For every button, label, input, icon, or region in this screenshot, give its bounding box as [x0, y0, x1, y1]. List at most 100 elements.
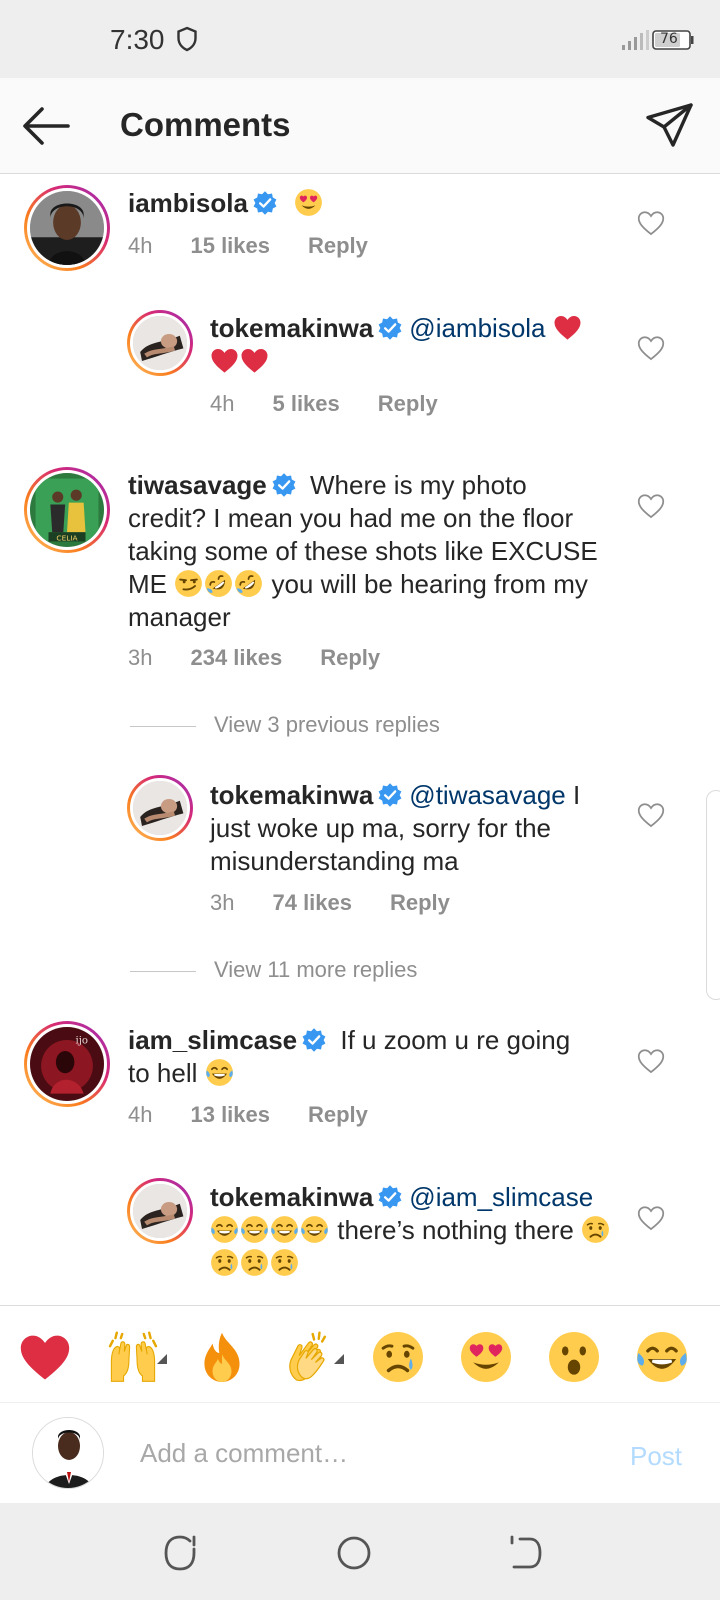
comment-time: 3h: [128, 645, 153, 670]
crying-emoji-icon: [581, 1215, 610, 1244]
comment-username[interactable]: tiwasavage: [128, 470, 267, 500]
crying-emoji-icon: [270, 1248, 299, 1277]
comment-likes[interactable]: 15 likes: [190, 233, 270, 259]
avatar[interactable]: ijo: [24, 1021, 110, 1107]
like-heart-icon[interactable]: [637, 1048, 665, 1074]
like-heart-icon[interactable]: [637, 335, 665, 361]
shield-icon: [177, 26, 197, 52]
avatar[interactable]: CELIA: [24, 467, 110, 553]
like-heart-icon[interactable]: [637, 210, 665, 236]
reply-button[interactable]: Reply: [308, 1102, 368, 1128]
avatar[interactable]: [127, 1178, 193, 1244]
clapping-hands-emoji-button[interactable]: [283, 1330, 337, 1384]
comments-list[interactable]: iambisola 4h 15 likes Reply tokemakinwa @ia…: [0, 175, 720, 1305]
comment-meta: 4h 15 likes Reply: [128, 233, 406, 263]
comment-username[interactable]: tokemakinwa: [210, 313, 373, 343]
astonished-face-emoji-button[interactable]: [547, 1330, 601, 1384]
heart-eyes-emoji-icon: [294, 188, 323, 217]
avatar[interactable]: [127, 775, 193, 841]
comment-mention[interactable]: @tiwasavage: [409, 780, 565, 810]
page-title: Comments: [120, 106, 291, 143]
crying-face-icon: [371, 1330, 425, 1384]
avatar[interactable]: [24, 185, 110, 271]
profile-photo: [30, 191, 104, 265]
comment-text: iambisola: [128, 187, 608, 220]
svg-text:ijo: ijo: [76, 1036, 89, 1047]
comment-username[interactable]: tokemakinwa: [210, 1182, 373, 1212]
comment-mention[interactable]: @iam_slimcase: [409, 1182, 593, 1212]
crying-emoji-icon: [240, 1248, 269, 1277]
comment-username[interactable]: tokemakinwa: [210, 780, 373, 810]
view-replies-label[interactable]: View 11 more replies: [214, 957, 417, 983]
emoji-reaction-bar: [0, 1305, 720, 1403]
my-avatar[interactable]: [32, 1417, 104, 1489]
reply-button[interactable]: Reply: [320, 645, 380, 671]
reply-button[interactable]: Reply: [308, 233, 368, 259]
crying-face-emoji-button[interactable]: [371, 1330, 425, 1384]
profile-photo: [133, 1184, 187, 1238]
red-heart-emoji-icon: [210, 346, 239, 375]
like-heart-icon[interactable]: [637, 1205, 665, 1231]
tears-of-joy-emoji-icon: [205, 1058, 234, 1087]
comment-composer: Post: [0, 1403, 720, 1503]
comment-mention[interactable]: @iambisola: [409, 313, 545, 343]
comment-likes[interactable]: 5 likes: [272, 391, 339, 417]
verified-badge-icon: [377, 1184, 403, 1210]
comment-username[interactable]: iambisola: [128, 188, 248, 218]
system-nav-bar: [0, 1503, 720, 1600]
comment-meta: 4h 13 likes Reply: [128, 1102, 406, 1132]
like-heart-icon[interactable]: [637, 802, 665, 828]
comment-text: iam_slimcase If u zoom u re going to hel…: [128, 1024, 598, 1090]
view-replies-label[interactable]: View 3 previous replies: [214, 712, 440, 738]
red-heart-emoji-button[interactable]: [18, 1330, 72, 1384]
tears-of-joy-emoji-icon: [270, 1215, 299, 1244]
tears-of-joy-emoji-icon: [240, 1215, 269, 1244]
comment-likes[interactable]: 234 likes: [190, 645, 282, 671]
crying-emoji-icon: [210, 1248, 239, 1277]
tears-of-joy-emoji-button[interactable]: [635, 1330, 689, 1384]
comment-time: 4h: [210, 391, 235, 416]
fire-emoji-button[interactable]: [195, 1330, 249, 1384]
divider-line: [130, 971, 196, 972]
skin-tone-indicator-icon: [334, 1354, 344, 1364]
heart-eyes-icon: [459, 1330, 513, 1384]
comment-body: there’s nothing there: [337, 1215, 574, 1245]
comment-input[interactable]: [140, 1431, 600, 1475]
heart-eyes-emoji-button[interactable]: [459, 1330, 513, 1384]
status-time: 7:30: [110, 24, 165, 55]
battery-level: 76: [660, 31, 678, 47]
home-icon[interactable]: [334, 1533, 374, 1573]
comment-username[interactable]: iam_slimcase: [128, 1025, 297, 1055]
comment-likes[interactable]: 74 likes: [272, 890, 352, 916]
view-more-replies[interactable]: View 11 more replies: [130, 957, 490, 987]
send-icon[interactable]: [644, 100, 696, 152]
comment-text: tokemakinwa @iam_slimcase there’s nothing…: [210, 1181, 630, 1280]
post-button[interactable]: Post: [630, 1441, 682, 1472]
verified-badge-icon: [377, 315, 403, 341]
divider-line: [130, 726, 196, 727]
header-bar: Comments: [0, 78, 720, 174]
astonished-face-icon: [547, 1330, 601, 1384]
back-nav-icon[interactable]: [506, 1533, 546, 1573]
view-previous-replies[interactable]: View 3 previous replies: [130, 712, 490, 742]
comment-text: tokemakinwa @iambisola: [210, 312, 610, 378]
tears-of-joy-icon: [635, 1330, 689, 1384]
clapping-hands-icon: [283, 1330, 337, 1384]
recent-apps-icon[interactable]: [160, 1533, 200, 1573]
comment-time: 4h: [128, 233, 153, 258]
raising-hands-emoji-button[interactable]: [106, 1330, 160, 1384]
like-heart-icon[interactable]: [637, 493, 665, 519]
verified-badge-icon: [377, 782, 403, 808]
reply-button[interactable]: Reply: [390, 890, 450, 916]
scroll-indicator[interactable]: [706, 790, 720, 1000]
fire-icon: [195, 1330, 249, 1384]
reply-button[interactable]: Reply: [378, 391, 438, 417]
profile-photo: [33, 1418, 103, 1488]
verified-badge-icon: [301, 1027, 327, 1053]
comment-text: tokemakinwa @tiwasavage I just woke up ma…: [210, 779, 610, 878]
back-arrow-icon[interactable]: [20, 104, 72, 148]
tears-of-joy-emoji-icon: [210, 1215, 239, 1244]
profile-photo: CELIA: [30, 473, 104, 547]
comment-likes[interactable]: 13 likes: [190, 1102, 270, 1128]
avatar[interactable]: [127, 310, 193, 376]
